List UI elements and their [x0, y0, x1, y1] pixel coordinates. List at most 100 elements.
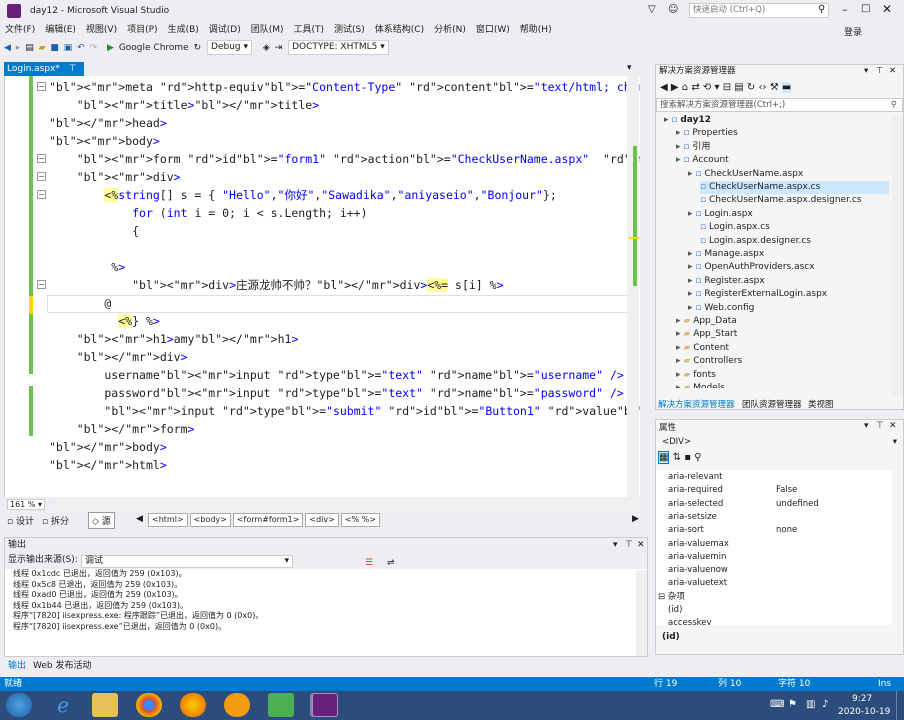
sol-scrollbar[interactable] [892, 115, 903, 397]
solution-search-input[interactable]: 搜索解决方案资源管理器(Ctrl+;) ⚲ [656, 98, 903, 112]
clock-time[interactable]: 9:27 [852, 694, 872, 704]
sync-icon[interactable]: ⇄ [691, 82, 699, 93]
code-line[interactable]: "bl"><"mr">input "rd">type"bl">="submit"… [49, 402, 640, 420]
menu-item[interactable]: 团队(M) [246, 22, 289, 38]
menu-item[interactable]: 工具(T) [289, 22, 330, 38]
menu-item[interactable]: 调试(D) [204, 22, 246, 38]
wrench-icon[interactable]: ⚒ [770, 82, 779, 93]
visual-studio-taskbar-icon[interactable] [312, 693, 338, 717]
clock-date[interactable]: 2020-10-19 [838, 707, 890, 717]
maximize-button[interactable]: □ [861, 3, 870, 14]
login-link[interactable]: 登录 [844, 25, 862, 38]
source-view-tab[interactable]: ◇ 源 [88, 512, 115, 529]
property-name[interactable]: aria-relevant [668, 471, 722, 484]
output-tab[interactable]: 输出 [8, 658, 26, 671]
tree-item[interactable]: ▫ Login.aspx.cs [700, 221, 770, 234]
menu-item[interactable]: 生成(B) [163, 22, 204, 38]
collapse-toggle-icon[interactable]: − [37, 172, 46, 181]
tree-item[interactable]: ▸ ▫ RegisterExternalLogin.aspx [688, 288, 827, 301]
open-icon[interactable]: ▰ [39, 40, 46, 56]
doctype-dropdown[interactable]: DOCTYPE: XHTML5 ▾ [288, 40, 389, 55]
tree-item[interactable]: ▸ ▫ Web.config [688, 302, 754, 315]
tree-item[interactable]: ▸ ▫ Account [676, 154, 729, 167]
code-line[interactable]: %> [49, 258, 125, 276]
code-line[interactable]: "bl"></"mr">body> [49, 438, 167, 456]
path-item[interactable]: <body> [189, 513, 231, 527]
property-name[interactable]: aria-setsize [668, 511, 717, 524]
code-line[interactable]: "bl"><"mr">div>庄源龙帅不帅？"bl"></"mr">div><%… [49, 276, 504, 294]
collapse-toggle-icon[interactable]: − [37, 82, 46, 91]
home-icon[interactable]: ⌂ [682, 82, 688, 93]
properties-object-select[interactable]: <DIV> ▾ [658, 435, 901, 449]
property-pages-icon[interactable]: ▪ [684, 452, 691, 463]
code-editor[interactable]: "bl"><"mr">meta "rd">http-equiv"bl">="Co… [4, 76, 640, 497]
property-name[interactable]: aria-required [668, 484, 723, 497]
code-line[interactable]: @ [49, 294, 111, 312]
split-view-tab[interactable]: ▫ 拆分 [42, 514, 69, 527]
flag-icon[interactable]: ⚑ [788, 699, 797, 710]
categorized-icon[interactable]: ▦ [658, 451, 670, 464]
network-icon[interactable]: ▥ [806, 699, 815, 710]
quick-launch-input[interactable]: 快速启动 (Ctrl+Q) [689, 3, 829, 18]
sol-close-icon[interactable]: ✕ [889, 65, 896, 78]
save-all-icon[interactable]: ▣ [64, 40, 73, 56]
property-name[interactable]: accesskey [668, 617, 712, 625]
code-line[interactable]: "bl"><"mr">body> [49, 132, 160, 150]
tree-item[interactable]: ▸ ▫ CheckUserName.aspx [688, 168, 803, 181]
tree-item[interactable]: ▸ ▫ day12 [664, 114, 711, 127]
prop-close-icon[interactable]: ✕ [889, 421, 897, 431]
output-log[interactable]: 线程 0x1cdc 已退出，返回值为 259 (0x103)。 线程 0x5c8 … [5, 569, 647, 655]
code-line[interactable]: <%string[] s = { "Hello","你好","Sawadika"… [49, 186, 557, 204]
output-scrollbar[interactable] [636, 570, 647, 656]
sol-dropdown-icon[interactable]: ▾ [864, 65, 868, 78]
pin-icon[interactable]: ⊤ [69, 64, 77, 74]
tree-item[interactable]: ▸ ▫ 引用 [676, 141, 710, 154]
output-source-dropdown[interactable]: 调试 ▾ [81, 555, 293, 568]
firefox-taskbar-icon[interactable] [180, 693, 206, 717]
document-tab[interactable]: Login.aspx* ⊤ ✕ [4, 62, 84, 88]
output-pin-icon[interactable]: ⊤ [625, 538, 633, 552]
prop-pin-icon[interactable]: ⊤ [876, 421, 884, 431]
class-view-tab[interactable]: 类视图 [808, 398, 834, 412]
sol-back-icon[interactable]: ◀ [660, 82, 668, 93]
group-collapse-icon[interactable]: ⊟ [658, 592, 668, 602]
minimize-button[interactable]: – [842, 3, 848, 16]
config-dropdown[interactable]: Debug ▾ [207, 40, 253, 55]
collapse-all-icon[interactable]: ⊟ [723, 82, 731, 93]
property-name[interactable]: aria-sort [668, 524, 704, 537]
tree-item[interactable]: ▸ ▰ Content [676, 342, 729, 355]
chrome-taskbar-icon[interactable] [136, 693, 162, 717]
menu-item[interactable]: 文件(F) [0, 22, 40, 38]
tree-item[interactable]: ▸ ▰ App_Start [676, 328, 737, 341]
tree-item[interactable]: ▫ Login.aspx.designer.cs [700, 235, 811, 248]
browser-label[interactable]: Google Chrome [119, 40, 189, 56]
code-line[interactable]: "bl"><"mr">h1>amy"bl"></"mr">h1> [49, 330, 299, 348]
undo-icon[interactable]: ↶ [77, 40, 85, 56]
code-line[interactable]: "bl"></"mr">div> [49, 348, 188, 366]
tree-item[interactable]: ▸ ▫ Login.aspx [688, 208, 753, 221]
events-icon[interactable]: ⚲ [694, 452, 701, 463]
sol-forward-icon[interactable]: ▶ [671, 82, 679, 93]
output-close-icon[interactable]: ✕ [637, 538, 645, 552]
web-publish-tab[interactable]: Web 发布活动 [33, 658, 91, 671]
green-app-taskbar-icon[interactable] [268, 693, 294, 717]
property-value[interactable]: False [776, 484, 797, 497]
tree-item[interactable]: ▫ CheckUserName.aspx.cs [700, 181, 889, 194]
code-line[interactable]: for (int i = 0; i < s.Length; i++) [49, 204, 367, 222]
tree-item[interactable]: ▫ CheckUserName.aspx.designer.cs [700, 194, 861, 207]
show-all-icon[interactable]: ▤ [734, 82, 743, 93]
refresh-sol-icon[interactable]: ↻ [747, 82, 755, 93]
feedback-icon[interactable]: ☺ [668, 4, 678, 15]
volume-icon[interactable]: ♪ [822, 699, 828, 710]
path-item[interactable]: <html> [148, 513, 188, 527]
path-item[interactable]: <form#form1> [232, 513, 304, 527]
tree-item[interactable]: ▸ ▫ Register.aspx [688, 275, 765, 288]
team-explorer-tab[interactable]: 团队资源管理器 [742, 398, 802, 412]
property-group[interactable]: ⊟ 杂项 [658, 591, 685, 604]
property-name[interactable]: aria-valuemin [668, 551, 726, 564]
refresh-icon[interactable]: ↻ [194, 40, 202, 56]
menu-item[interactable]: 项目(P) [122, 22, 162, 38]
show-desktop-button[interactable] [896, 691, 904, 720]
view-code-icon[interactable]: ‹› [759, 82, 767, 93]
code-line[interactable]: username"bl"><"mr">input "rd">type"bl">=… [49, 366, 623, 384]
